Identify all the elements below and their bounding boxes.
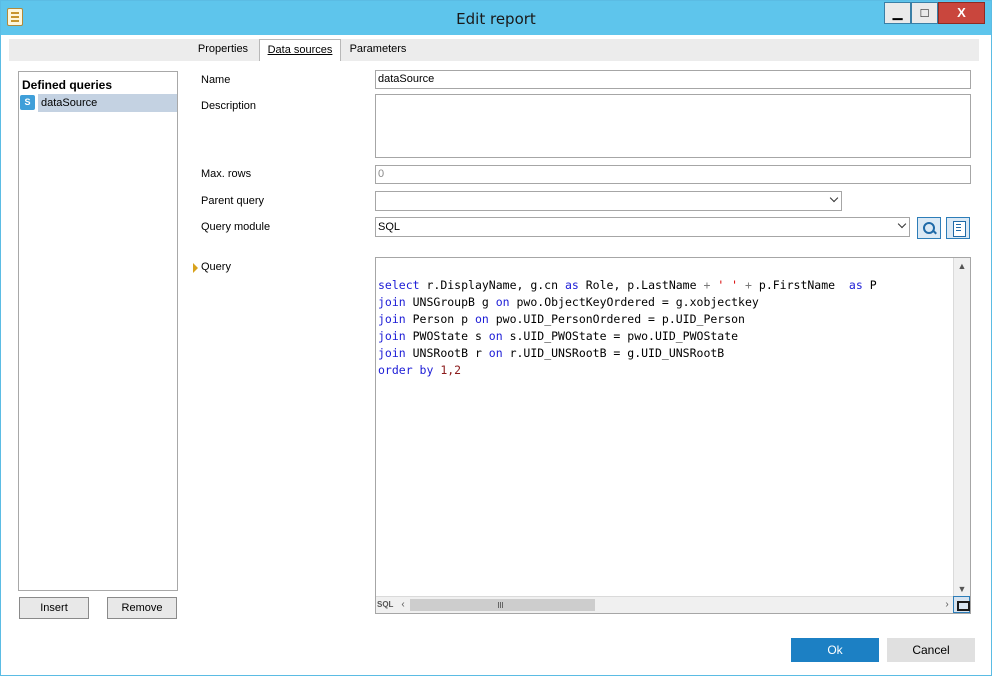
query-list-item-label: dataSource: [38, 94, 177, 112]
scroll-left-icon[interactable]: ‹: [396, 597, 410, 613]
description-label: Description: [201, 100, 257, 112]
code-line-2: join UNSGroupB g on pwo.ObjectKeyOrdered…: [378, 295, 759, 309]
name-label: Name: [201, 74, 231, 86]
insert-button[interactable]: Insert: [19, 597, 89, 619]
horizontal-scroll-thumb[interactable]: [410, 599, 595, 611]
code-line-4: join PWOState s on s.UID_PWOState = pwo.…: [378, 329, 739, 343]
close-button[interactable]: X: [938, 2, 985, 24]
expand-editor-button[interactable]: [953, 596, 970, 613]
query-module-label: Query module: [201, 221, 271, 233]
remove-button[interactable]: Remove: [107, 597, 177, 619]
query-module-select[interactable]: SQL: [375, 217, 910, 237]
code-line-3: join Person p on pwo.UID_PersonOrdered =…: [378, 312, 745, 326]
scroll-up-icon[interactable]: ▲: [954, 258, 970, 274]
chevron-down-icon: [829, 193, 839, 203]
defined-queries-panel: Defined queries S dataSource: [18, 71, 178, 591]
scroll-right-icon[interactable]: ›: [940, 597, 954, 613]
description-textarea[interactable]: [375, 94, 971, 158]
chevron-down-icon: [897, 219, 907, 229]
query-code[interactable]: select r.DisplayName, g.cn as Role, p.La…: [378, 260, 954, 596]
code-line-1: select r.DisplayName, g.cn as Role, p.La…: [378, 278, 877, 292]
defined-queries-title: Defined queries: [22, 78, 113, 92]
query-list-item[interactable]: S dataSource: [19, 94, 177, 112]
name-input[interactable]: dataSource: [375, 70, 971, 89]
sql-language-tag: SQL: [377, 600, 394, 609]
window-title: Edit report: [456, 10, 536, 28]
scroll-down-icon[interactable]: ▼: [954, 581, 970, 597]
query-editor[interactable]: select r.DisplayName, g.cn as Role, p.La…: [375, 257, 971, 614]
tab-parameters[interactable]: Parameters: [343, 39, 413, 61]
cancel-button[interactable]: Cancel: [887, 638, 975, 662]
edit-report-window: Edit report ▁ □ X Properties Data source…: [0, 0, 992, 676]
horizontal-scrollbar[interactable]: SQL ‹ ›: [376, 596, 954, 613]
query-label: Query: [201, 261, 231, 273]
title-bar[interactable]: Edit report ▁ □ X: [1, 1, 991, 35]
code-line-6: order by 1,2: [378, 363, 462, 377]
query-module-value: SQL: [378, 221, 401, 233]
search-query-button[interactable]: [917, 217, 941, 239]
vertical-scrollbar[interactable]: ▲ ▼: [953, 258, 970, 597]
max-rows-label: Max. rows: [201, 168, 252, 180]
tab-data-sources[interactable]: Data sources: [259, 39, 341, 61]
current-field-marker-icon: [193, 263, 198, 273]
tab-strip: Properties Data sources Parameters: [9, 39, 979, 61]
ok-button[interactable]: Ok: [791, 638, 879, 662]
maximize-button[interactable]: □: [911, 2, 938, 24]
code-line-5: join UNSRootB r on r.UID_UNSRootB = g.UI…: [378, 346, 725, 360]
query-icon: S: [20, 95, 35, 110]
clipboard-button[interactable]: [946, 217, 970, 239]
max-rows-input[interactable]: 0: [375, 165, 971, 184]
tab-properties[interactable]: Properties: [189, 39, 257, 61]
minimize-button[interactable]: ▁: [884, 2, 911, 24]
parent-query-select[interactable]: [375, 191, 842, 211]
parent-query-label: Parent query: [201, 195, 264, 207]
